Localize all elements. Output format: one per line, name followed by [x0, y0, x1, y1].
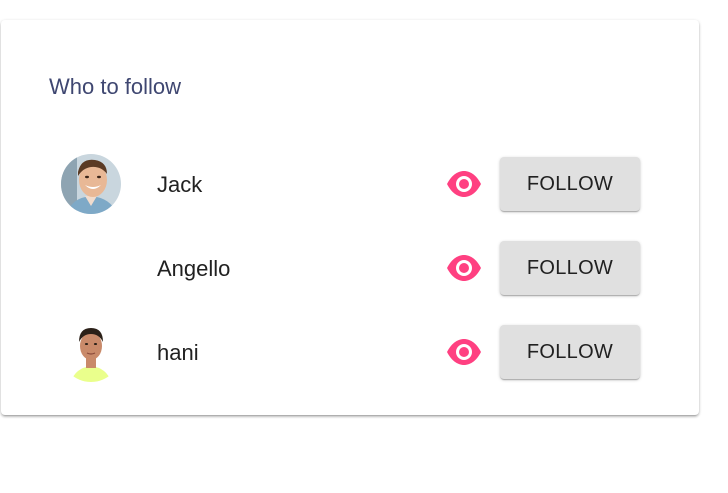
- user-name: hani: [157, 340, 199, 365]
- avatar: [61, 322, 121, 382]
- card-title: Who to follow: [49, 74, 182, 99]
- user-name: Angello: [157, 256, 231, 281]
- follow-button[interactable]: FOLLOW: [500, 241, 640, 295]
- follow-button[interactable]: FOLLOW: [500, 157, 640, 211]
- list-item: Angello FOLLOW: [1, 234, 699, 304]
- eye-icon[interactable]: [446, 169, 482, 199]
- follow-button[interactable]: FOLLOW: [500, 325, 640, 379]
- avatar: [61, 238, 121, 298]
- eye-icon[interactable]: [446, 253, 482, 283]
- who-to-follow-card: Who to follow Jack FOLLOW Angello FOLLOW…: [1, 20, 699, 415]
- list-item: hani FOLLOW: [1, 318, 699, 388]
- eye-icon[interactable]: [446, 337, 482, 367]
- user-name: Jack: [157, 172, 203, 197]
- list-item: Jack FOLLOW: [1, 150, 699, 220]
- avatar: [61, 154, 121, 214]
